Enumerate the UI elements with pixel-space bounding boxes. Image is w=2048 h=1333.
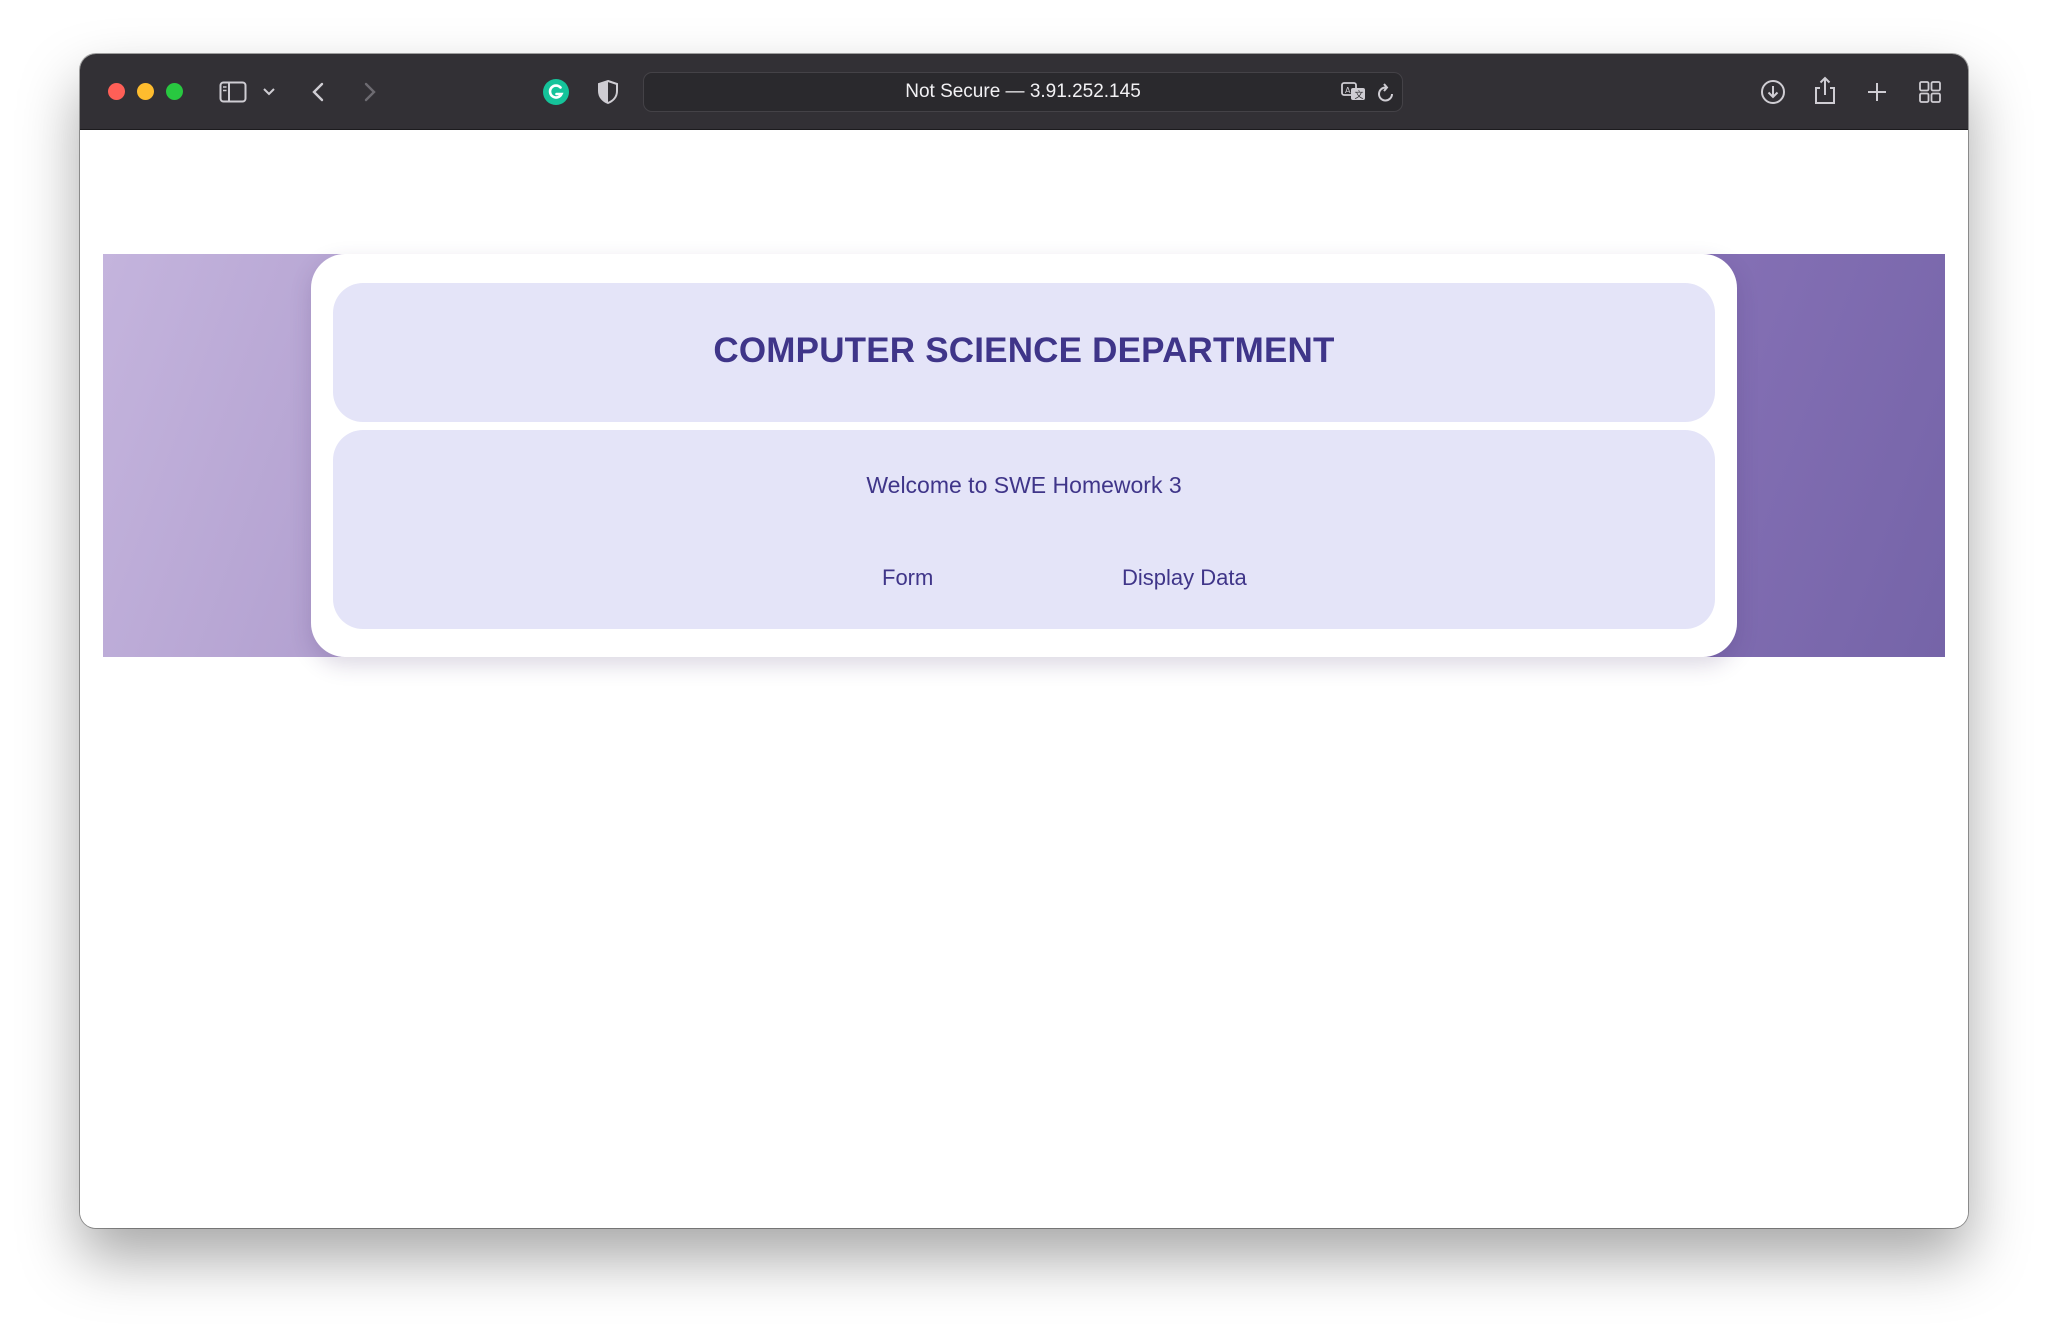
forward-icon[interactable] (360, 78, 380, 106)
zoom-window-button[interactable] (166, 83, 183, 100)
page-title: COMPUTER SCIENCE DEPARTMENT (713, 331, 1335, 370)
web-page-content: COMPUTER SCIENCE DEPARTMENT Welcome to S… (80, 130, 1968, 1228)
body-panel: Welcome to SWE Homework 3 Form Display D… (333, 430, 1715, 629)
minimize-window-button[interactable] (137, 83, 154, 100)
address-text: Not Secure — 3.91.252.145 (905, 81, 1141, 102)
reload-icon[interactable] (1375, 82, 1397, 104)
privacy-shield-icon[interactable] (595, 77, 621, 107)
back-icon[interactable] (308, 78, 328, 106)
browser-toolbar: Not Secure — 3.91.252.145 A文 (80, 54, 1968, 130)
address-bar[interactable]: Not Secure — 3.91.252.145 A文 (643, 72, 1403, 112)
download-icon[interactable] (1758, 77, 1788, 107)
share-icon[interactable] (1811, 74, 1839, 108)
tab-overview-icon[interactable] (1916, 78, 1944, 106)
display-data-link[interactable]: Display Data (1122, 565, 1247, 591)
main-card: COMPUTER SCIENCE DEPARTMENT Welcome to S… (311, 254, 1737, 657)
grammarly-icon[interactable] (541, 77, 571, 107)
welcome-message: Welcome to SWE Homework 3 (866, 472, 1182, 498)
close-window-button[interactable] (108, 83, 125, 100)
screenshot-stage: Not Secure — 3.91.252.145 A文 COMPUTER SC… (0, 0, 2048, 1333)
header-panel: COMPUTER SCIENCE DEPARTMENT (333, 283, 1715, 422)
new-tab-icon[interactable] (1863, 78, 1891, 106)
svg-text:A: A (1345, 86, 1351, 95)
chevron-down-icon[interactable] (261, 84, 277, 100)
translate-icon[interactable]: A文 (1340, 81, 1368, 103)
svg-text:文: 文 (1355, 89, 1364, 101)
browser-window: Not Secure — 3.91.252.145 A文 COMPUTER SC… (80, 54, 1968, 1228)
form-link[interactable]: Form (882, 565, 933, 591)
sidebar-icon[interactable] (218, 78, 248, 106)
